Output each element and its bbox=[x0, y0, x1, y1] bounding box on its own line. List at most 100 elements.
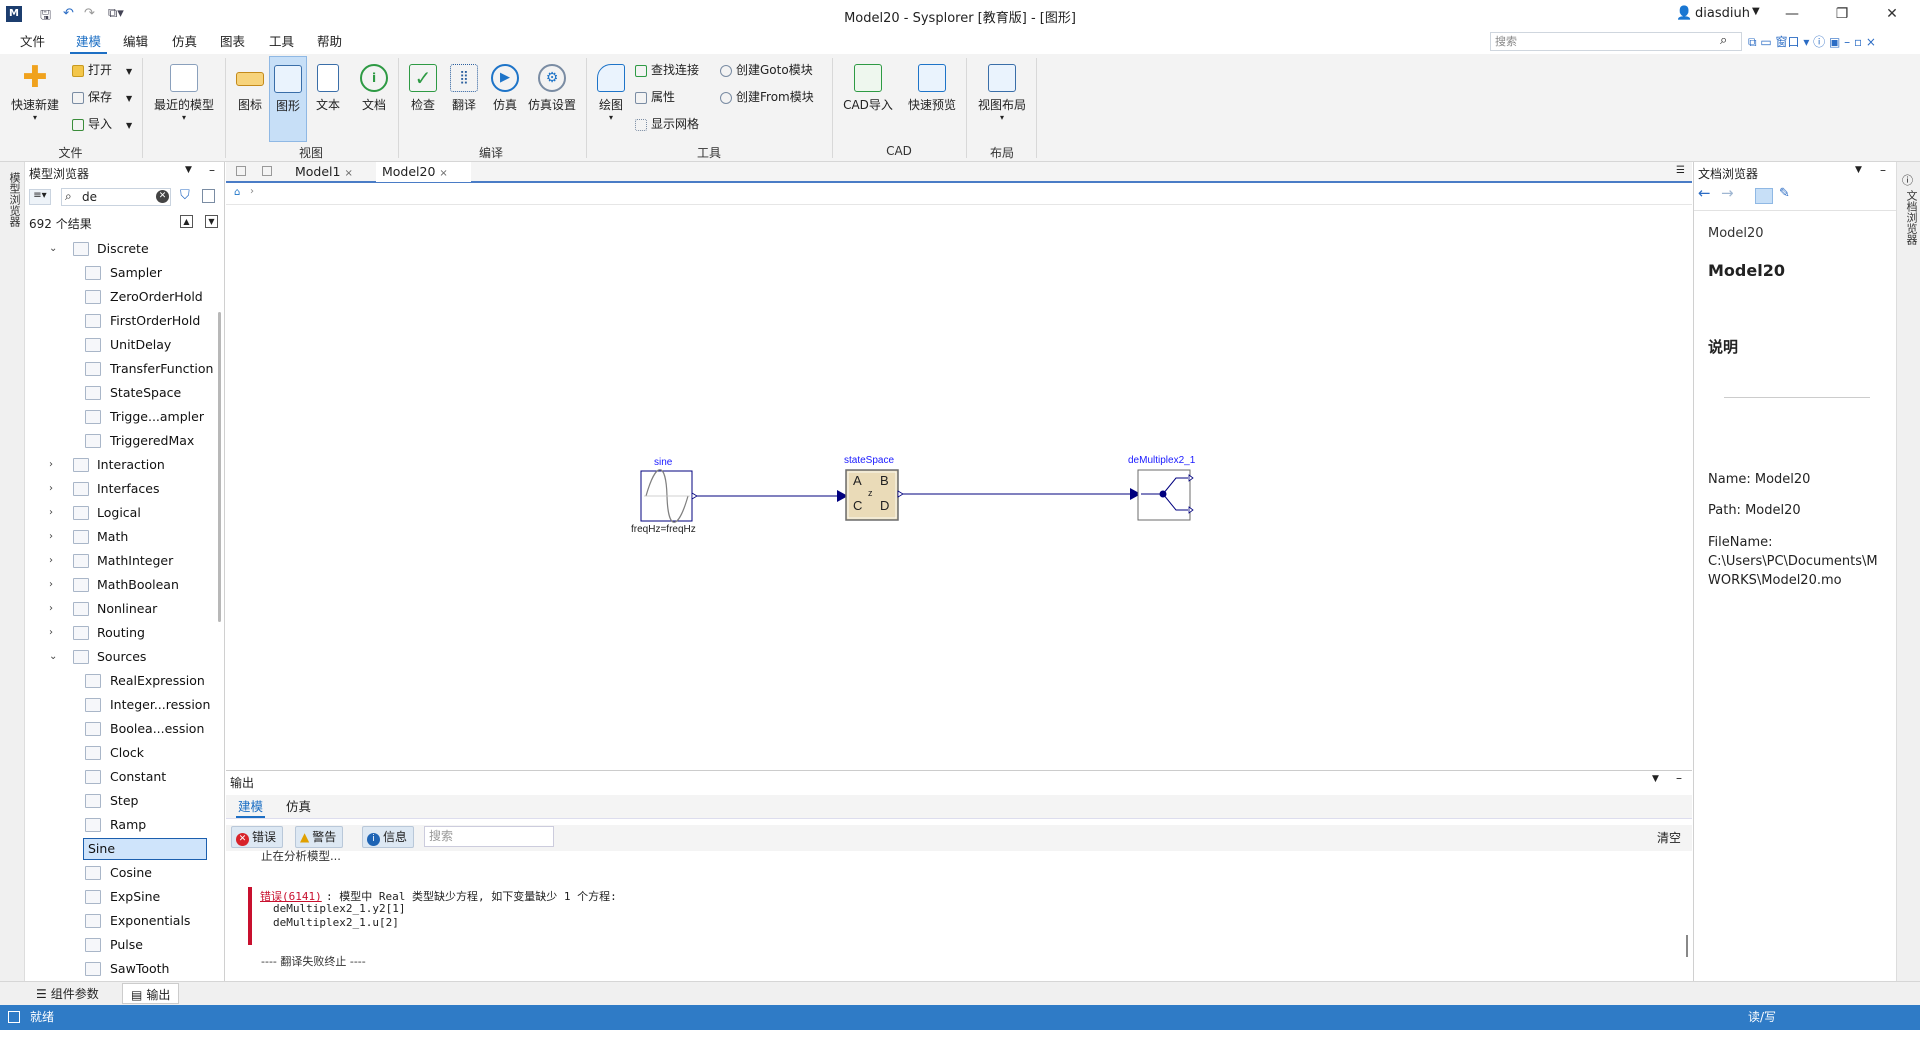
chevron-right-icon[interactable]: › bbox=[49, 501, 61, 525]
demux-block-name[interactable]: deMultiplex2_1 bbox=[1128, 455, 1195, 466]
tree-item[interactable]: Integer...ression bbox=[25, 693, 215, 717]
panel-minimize-icon[interactable]: – bbox=[209, 163, 215, 177]
diagram-view-button[interactable]: 图形 bbox=[269, 56, 307, 142]
home-icon[interactable]: ⌂ bbox=[234, 187, 240, 198]
view-mode-icon[interactable]: ≡▾ bbox=[29, 189, 51, 205]
global-search-input[interactable]: 搜索 bbox=[1490, 32, 1742, 51]
back-arrow-icon[interactable]: ← bbox=[1698, 184, 1711, 202]
panel-menu-icon[interactable]: ▼ bbox=[1855, 165, 1862, 175]
quick-new-button[interactable]: ✚ 快速新建 ▾ bbox=[8, 63, 62, 123]
panel-menu-icon[interactable]: ▼ bbox=[1652, 774, 1659, 784]
text-view-button[interactable]: 文本 bbox=[310, 64, 346, 113]
tree-item[interactable]: ⌄ Sources bbox=[25, 645, 215, 669]
tree-item[interactable]: TriggeredMax bbox=[25, 429, 215, 453]
check-button[interactable]: ✓ 检查 bbox=[405, 64, 441, 113]
clear-search-icon[interactable]: ✕ bbox=[156, 190, 169, 203]
user-name[interactable]: diasdiuh bbox=[1695, 6, 1750, 21]
tree-item[interactable]: ⌄ Discrete bbox=[25, 237, 215, 261]
tab-list-icon[interactable]: ☰ bbox=[1676, 165, 1685, 176]
create-goto-button[interactable]: 创建Goto模块 bbox=[720, 60, 813, 80]
menu-edit[interactable]: 编辑 bbox=[117, 29, 154, 54]
tree-item[interactable]: Sampler bbox=[25, 261, 215, 285]
menu-help[interactable]: 帮助 bbox=[311, 29, 348, 54]
tree-item[interactable]: Sine bbox=[25, 837, 215, 861]
chevron-right-icon[interactable]: › bbox=[49, 453, 61, 477]
sine-block-name[interactable]: sine bbox=[654, 457, 672, 468]
tree-item[interactable]: › MathBoolean bbox=[25, 573, 215, 597]
close-icon[interactable]: ✕ bbox=[1872, 2, 1912, 26]
filter-info-button[interactable]: i 信息 bbox=[362, 826, 415, 848]
translate-button[interactable]: ⣿ 翻译 bbox=[446, 64, 482, 113]
tree-scrollbar[interactable] bbox=[218, 312, 221, 622]
find-connection-button[interactable]: 查找连接 bbox=[635, 60, 699, 80]
scroll-down-icon[interactable]: ▼ bbox=[205, 215, 218, 228]
quick-preview-button[interactable]: 快速预览 bbox=[904, 64, 960, 113]
chevron-right-icon[interactable]: › bbox=[49, 477, 61, 501]
output-tab[interactable]: ▤ 输出 bbox=[122, 983, 180, 1004]
model-browser-side-tab[interactable]: 模型浏览器 bbox=[6, 172, 22, 227]
collapse-all-icon[interactable] bbox=[202, 189, 215, 203]
view-layout-button[interactable]: 视图布局 ▾ bbox=[974, 64, 1030, 122]
filter-warnings-button[interactable]: ▲ 警告 bbox=[295, 826, 344, 848]
draw-button[interactable]: 绘图 ▾ bbox=[593, 64, 629, 122]
close-tab-icon[interactable]: × bbox=[439, 168, 447, 179]
redo-icon[interactable]: ↷ bbox=[84, 6, 95, 21]
icon-view-button[interactable]: 图标 bbox=[232, 64, 268, 113]
tab-nav-icon[interactable] bbox=[236, 166, 246, 176]
filter-errors-button[interactable]: ✕ 错误 bbox=[231, 826, 284, 848]
chevron-down-icon[interactable]: ⌄ bbox=[49, 237, 61, 261]
diagram-canvas[interactable]: sine freqHz=freqHz stateSpace A B z C D … bbox=[226, 206, 1692, 769]
doc-browser-side-tab[interactable]: 文档浏览器 bbox=[1903, 190, 1919, 245]
tree-item[interactable]: › Interaction bbox=[25, 453, 215, 477]
doc-view-button[interactable]: i 文档 bbox=[356, 64, 392, 113]
model-search-input[interactable]: de bbox=[82, 190, 97, 204]
menu-chart[interactable]: 图表 bbox=[214, 29, 251, 54]
user-icon[interactable]: 👤 bbox=[1676, 6, 1692, 21]
output-tab-simulation[interactable]: 仿真 bbox=[286, 796, 311, 818]
tree-item[interactable]: › Interfaces bbox=[25, 477, 215, 501]
sim-settings-button[interactable]: ⚙ 仿真设置 bbox=[526, 64, 578, 113]
tree-item[interactable]: Constant bbox=[25, 765, 215, 789]
menu-simulation[interactable]: 仿真 bbox=[166, 29, 203, 54]
window-tools-icon[interactable]: ⧉ ▭ 窗口 ▾ ⓘ ▣ – ▫ × bbox=[1748, 33, 1876, 50]
tree-item[interactable]: Step bbox=[25, 789, 215, 813]
chevron-right-icon[interactable]: › bbox=[49, 549, 61, 573]
clear-output-button[interactable]: 清空 bbox=[1657, 829, 1681, 846]
user-dropdown-icon[interactable]: ▼ bbox=[1752, 6, 1760, 17]
save-button[interactable]: 保存 ▼ bbox=[72, 87, 132, 107]
minimize-icon[interactable]: — bbox=[1772, 2, 1812, 26]
tree-item[interactable]: Pulse bbox=[25, 933, 215, 957]
tree-item[interactable]: › Logical bbox=[25, 501, 215, 525]
tree-item[interactable]: Ramp bbox=[25, 813, 215, 837]
tree-item[interactable]: › Nonlinear bbox=[25, 597, 215, 621]
tree-item[interactable]: TransferFunction bbox=[25, 357, 215, 381]
create-from-button[interactable]: 创建From模块 bbox=[720, 87, 814, 107]
output-search-input[interactable]: 搜索 bbox=[424, 826, 554, 847]
model-search-field[interactable]: ⌕ de ✕ bbox=[61, 188, 171, 206]
tree-item[interactable]: › MathInteger bbox=[25, 549, 215, 573]
close-tab-icon[interactable]: × bbox=[344, 168, 352, 179]
open-button[interactable]: 打开 ▼ bbox=[72, 60, 132, 80]
search-icon[interactable]: ⌕ bbox=[1720, 33, 1727, 48]
chevron-down-icon[interactable]: ⌄ bbox=[49, 645, 61, 669]
panel-minimize-icon[interactable]: – bbox=[1880, 163, 1886, 177]
simulate-button[interactable]: ▶ 仿真 bbox=[487, 64, 523, 113]
save-quick-icon[interactable]: 🖫 bbox=[40, 6, 51, 28]
chevron-right-icon[interactable]: › bbox=[49, 597, 61, 621]
tree-item[interactable]: Cosine bbox=[25, 861, 215, 885]
undo-icon[interactable]: ↶ bbox=[63, 6, 74, 21]
tab-model20[interactable]: Model20 × bbox=[376, 162, 471, 182]
filter-icon[interactable]: ⛉ bbox=[180, 188, 190, 203]
output-scrollbar[interactable] bbox=[1686, 935, 1688, 957]
tree-item[interactable]: Exponentials bbox=[25, 909, 215, 933]
tree-item[interactable]: ZeroOrderHold bbox=[25, 285, 215, 309]
doc-view-icon[interactable] bbox=[1755, 188, 1773, 204]
tree-item[interactable]: Trigge...ampler bbox=[25, 405, 215, 429]
component-params-tab[interactable]: ☰ 组件参数 bbox=[36, 985, 99, 1002]
chevron-right-icon[interactable]: › bbox=[49, 621, 61, 645]
restore-icon[interactable]: ❐ bbox=[1822, 2, 1862, 26]
statespace-block-name[interactable]: stateSpace bbox=[844, 455, 894, 466]
tree-item[interactable]: Boolea...ession bbox=[25, 717, 215, 741]
tree-item[interactable]: › Math bbox=[25, 525, 215, 549]
menu-modeling[interactable]: 建模 bbox=[70, 29, 108, 54]
